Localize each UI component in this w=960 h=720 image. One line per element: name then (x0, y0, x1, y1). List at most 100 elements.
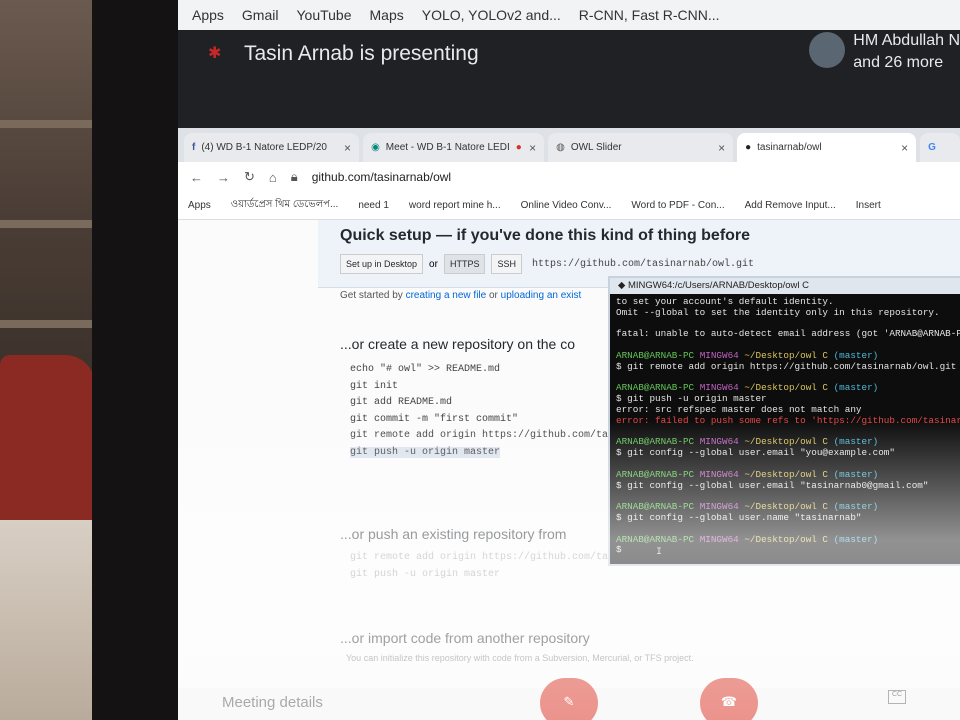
meeting-details-link[interactable]: Meeting details (222, 694, 323, 711)
close-icon[interactable]: × (529, 141, 536, 155)
participant-count: and 26 more (853, 54, 944, 71)
tab-owl-slider[interactable]: ◍ OWL Slider × (548, 133, 734, 162)
bookmark[interactable]: Add Remove Input... (745, 200, 836, 211)
terminal-line: $ (616, 545, 960, 556)
https-button[interactable]: HTTPS (443, 254, 486, 274)
bookmark[interactable]: word report mine h... (409, 200, 501, 211)
google-icon: G (928, 142, 936, 153)
mic-button[interactable]: ✎ (540, 678, 598, 720)
bookmark[interactable]: Insert (856, 200, 881, 211)
terminal-line (616, 491, 960, 502)
close-icon[interactable]: × (901, 141, 908, 155)
push-commands: git remote add origin https://github.com… (350, 550, 608, 583)
terminal-segment (616, 373, 622, 383)
terminal-segment: (master) (833, 437, 879, 448)
home-icon[interactable]: ⌂ (269, 170, 277, 185)
terminal-segment: (master) (833, 469, 879, 480)
command-line: git add README.md (350, 397, 453, 408)
terminal-segment: ~/Desktop/owl C (744, 383, 834, 394)
bookmark[interactable]: Gmail (242, 7, 279, 23)
terminal-line: to set your account's default identity. (616, 297, 960, 308)
terminal-segment (616, 427, 622, 437)
terminal-segment: (master) (833, 383, 879, 394)
back-icon[interactable]: ← (190, 170, 203, 185)
captions-icon[interactable]: CC (888, 690, 906, 704)
setup-desktop-button[interactable]: Set up in Desktop (340, 254, 424, 274)
mic-off-icon: ✎ (563, 694, 575, 709)
terminal-segment: MINGW64 (699, 383, 745, 394)
forward-icon[interactable]: → (217, 170, 230, 185)
terminal-line: error: failed to push some refs to 'http… (616, 416, 960, 427)
bookmark[interactable]: Apps (192, 7, 224, 23)
terminal-line: $ git config --global user.name "tasinar… (616, 513, 960, 524)
terminal-segment: MINGW64 (699, 350, 745, 361)
command-line: git commit -m "first commit" (350, 413, 519, 425)
terminal-title: MINGW64:/c/Users/ARNAB/Desktop/owl C (627, 280, 810, 291)
git-bash-terminal[interactable]: ◆ MINGW64:/c/Users/ARNAB/Desktop/owl C t… (608, 276, 960, 566)
bookmark[interactable]: Word to PDF - Con... (631, 200, 724, 211)
terminal-segment: ARNAB@ARNAB-PC (616, 469, 700, 480)
tab-meet[interactable]: ◉ Meet - WD B-1 Natore LEDI ● × (363, 133, 545, 162)
upload-link[interactable]: uploading an exist (501, 290, 582, 301)
terminal-line: $ git config --global user.email "tasina… (616, 481, 960, 492)
bookmark[interactable]: YouTube (296, 7, 351, 23)
url-field[interactable]: github.com/tasinarnab/owl (312, 170, 451, 184)
bookmark[interactable]: need 1 (358, 200, 389, 211)
meet-bottom-bar: Meeting details ✎ ☎ CC (178, 678, 960, 720)
clone-row: Set up in Desktop or HTTPS SSH https://g… (340, 254, 754, 274)
mic-off-icon: ✱ (208, 45, 222, 62)
bookmark[interactable]: YOLO, YOLOv2 and... (422, 7, 561, 23)
close-icon[interactable]: × (718, 141, 725, 155)
bookmark[interactable]: ওয়ার্ডপ্রেস থিম ডেভেলপ... (231, 197, 339, 214)
command-line-highlighted: git push -u origin master (350, 446, 501, 458)
terminal-line: ARNAB@ARNAB-PC MINGW64 ~/Desktop/owl C (… (616, 502, 960, 513)
shelf (0, 320, 95, 328)
presenting-text: Tasin Arnab is presenting (244, 42, 479, 65)
terminal-segment: (master) (833, 350, 879, 361)
bookmark[interactable]: R-CNN, Fast R-CNN... (579, 7, 720, 23)
terminal-line (616, 340, 960, 351)
lock-icon: 🔒︎ (290, 169, 298, 184)
terminal-line (616, 524, 960, 535)
create-file-link[interactable]: creating a new file (406, 290, 487, 301)
terminal-segment: $ git remote add origin https://github.c… (616, 361, 957, 372)
terminal-segment: ARNAB@ARNAB-PC (616, 350, 700, 361)
avatar (809, 32, 846, 68)
terminal-segment: Omit --global to set the identity only i… (616, 307, 940, 318)
command-line: echo "# owl" >> README.md (350, 364, 501, 375)
ssh-button[interactable]: SSH (491, 254, 522, 274)
terminal-line: fatal: unable to auto-detect email addre… (616, 329, 960, 340)
bookmark-apps[interactable]: Apps (188, 200, 211, 211)
participants-info[interactable]: HM Abdullah N and 26 more (809, 30, 960, 74)
monitor-bezel (92, 0, 182, 720)
quick-setup-title: Quick setup — if you've done this kind o… (340, 227, 751, 244)
bookmark[interactable]: Maps (370, 7, 404, 23)
terminal-output: to set your account's default identity. O… (610, 294, 960, 556)
terminal-titlebar[interactable]: ◆ MINGW64:/c/Users/ARNAB/Desktop/owl C (610, 278, 960, 294)
create-commands: echo "# owl" >> README.md git init git a… (350, 362, 608, 461)
tab-github[interactable]: ● tasinarnab/owl × (737, 133, 917, 162)
tab-facebook[interactable]: f (4) WD B-1 Natore LEDP/20 × (184, 133, 360, 162)
end-call-icon: ☎ (720, 694, 738, 709)
tab-label: Meet - WD B-1 Natore LEDI (385, 142, 510, 153)
command-line: git init (350, 380, 399, 392)
terminal-segment: MINGW64 (699, 502, 745, 513)
terminal-line (616, 373, 960, 384)
reload-icon[interactable]: ↻ (244, 169, 255, 185)
get-started-hint: Get started by creating a new file or up… (340, 290, 581, 301)
terminal-segment: MINGW64 (699, 469, 745, 480)
clone-url-field[interactable]: https://github.com/tasinarnab/owl.git (532, 259, 754, 270)
end-call-button[interactable]: ☎ (700, 678, 758, 720)
terminal-segment (616, 524, 622, 534)
terminal-segment: (master) (833, 534, 879, 545)
participant-name: HM Abdullah N (853, 32, 960, 49)
terminal-segment: ARNAB@ARNAB-PC (616, 534, 700, 545)
bookmark[interactable]: Online Video Conv... (521, 200, 612, 211)
terminal-segment: ARNAB@ARNAB-PC (616, 502, 700, 513)
terminal-segment: ARNAB@ARNAB-PC (616, 383, 700, 394)
tab-google[interactable]: G (920, 133, 960, 162)
bookmarks-bar: Apps ওয়ার্ডপ্রেস থিম ডেভেলপ... need 1 w… (178, 192, 960, 220)
shelf (0, 120, 95, 128)
terminal-segment: MINGW64 (699, 437, 745, 448)
close-icon[interactable]: × (344, 141, 351, 155)
